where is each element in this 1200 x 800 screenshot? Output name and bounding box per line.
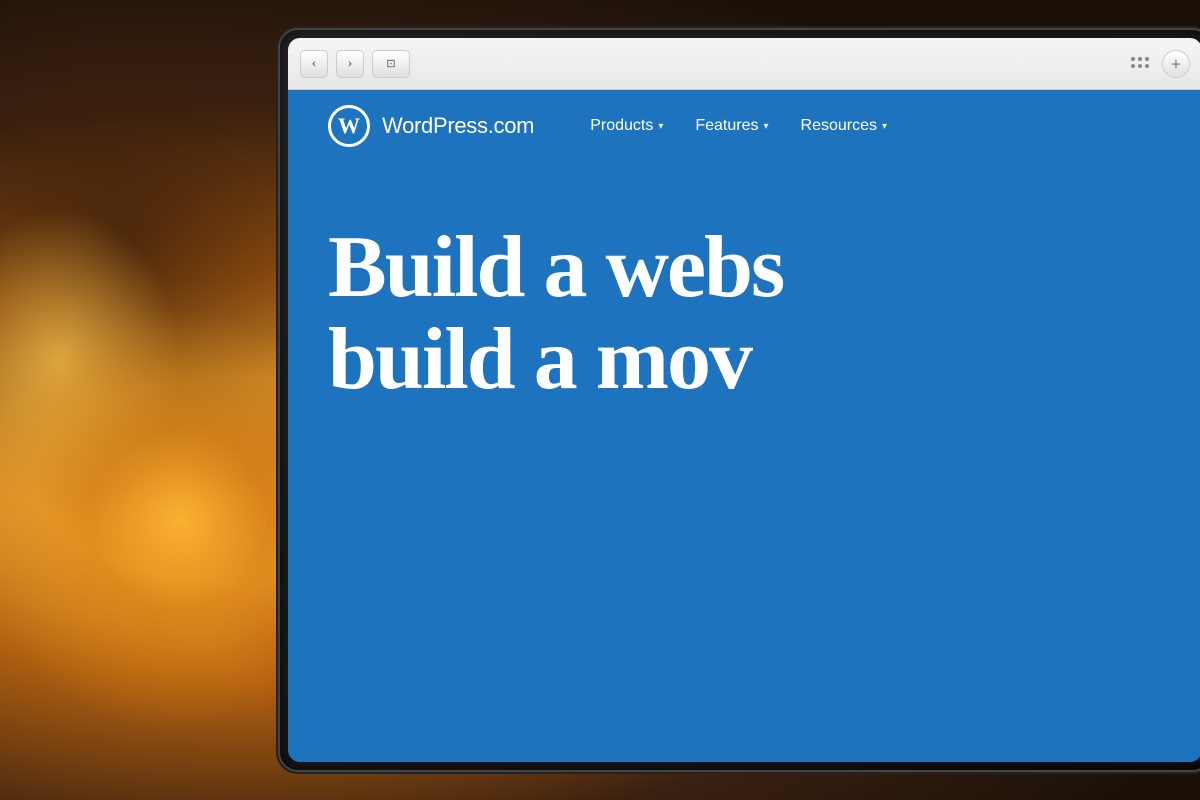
hero-section: Build a webs build a mov (288, 162, 1200, 407)
wp-logo-icon: W (328, 105, 370, 147)
nav-bar: W WordPress.com Products ▾ Features ▾ (288, 90, 1200, 162)
tab-overview-button[interactable] (1126, 50, 1154, 78)
nav-products[interactable]: Products ▾ (574, 109, 679, 143)
sidebar-toggle-button[interactable]: ⊡ (372, 50, 410, 78)
wordpress-logo[interactable]: W WordPress.com (328, 105, 534, 147)
browser-chrome: ‹ › ⊡ + (288, 38, 1200, 90)
hero-line-2: build a mov (328, 314, 1162, 406)
nav-features[interactable]: Features ▾ (679, 109, 784, 143)
products-chevron-icon: ▾ (658, 121, 663, 132)
hero-text: Build a webs build a mov (328, 222, 1162, 407)
wp-logo-text: WordPress.com (382, 113, 534, 139)
features-chevron-icon: ▾ (764, 121, 769, 132)
new-tab-button[interactable]: + (1162, 50, 1190, 78)
hero-line-1: Build a webs (328, 222, 1162, 314)
monitor-screen: ‹ › ⊡ + (288, 38, 1200, 762)
back-button[interactable]: ‹ (300, 50, 328, 78)
resources-chevron-icon: ▾ (882, 121, 887, 132)
monitor-frame: ‹ › ⊡ + (280, 30, 1200, 770)
website-content: W WordPress.com Products ▾ Features ▾ (288, 90, 1200, 762)
forward-button[interactable]: › (336, 50, 364, 78)
nav-links: Products ▾ Features ▾ Resources ▾ (574, 109, 903, 143)
nav-resources[interactable]: Resources ▾ (785, 109, 904, 143)
